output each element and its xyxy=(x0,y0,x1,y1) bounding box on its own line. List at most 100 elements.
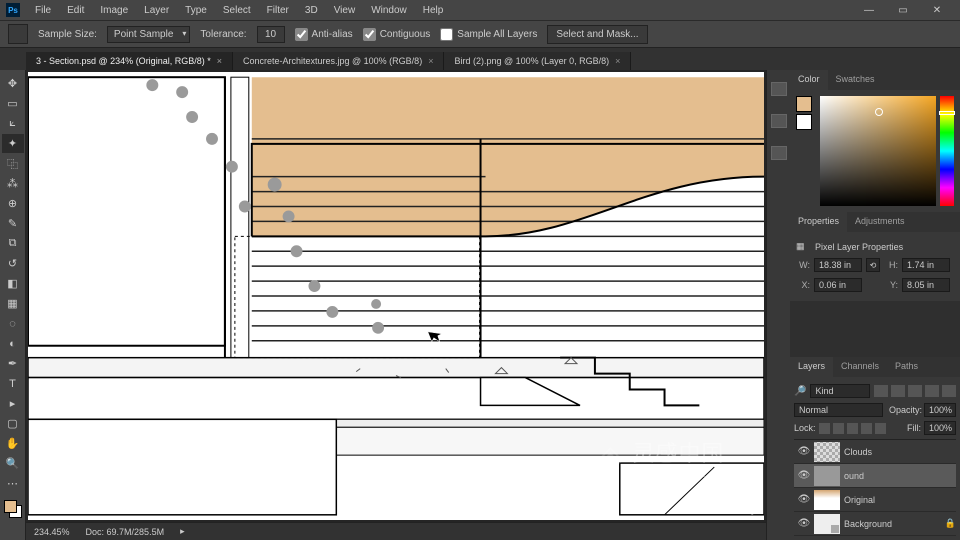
height-input[interactable]: 1.74 in xyxy=(902,258,950,272)
blend-mode-select[interactable]: Normal xyxy=(794,403,883,417)
layer-thumb[interactable] xyxy=(814,514,840,534)
document-canvas[interactable]: ◈ 灵感中国lingganchina.com ûdemy xyxy=(28,72,764,520)
filter-smart-icon[interactable] xyxy=(942,385,956,397)
anti-alias-checkbox[interactable]: Anti-alias xyxy=(295,28,353,41)
link-wh-icon[interactable]: ⟲ xyxy=(866,258,880,272)
history-dock-icon[interactable] xyxy=(771,82,787,96)
y-input[interactable]: 8.05 in xyxy=(902,278,950,292)
layer-item[interactable]: 👁Original xyxy=(794,488,956,512)
swatches-tab[interactable]: Swatches xyxy=(828,70,883,90)
stamp-tool[interactable]: ⧉ xyxy=(2,234,24,253)
visibility-icon[interactable]: 👁 xyxy=(794,494,814,505)
menu-help[interactable]: Help xyxy=(416,2,451,19)
visibility-icon[interactable]: 👁 xyxy=(794,446,814,457)
eraser-tool[interactable]: ◧ xyxy=(2,274,24,293)
color-picker-field[interactable] xyxy=(820,96,936,206)
tolerance-input[interactable]: 10 xyxy=(257,26,285,43)
foreground-swatch[interactable] xyxy=(4,500,17,513)
menu-3d[interactable]: 3D xyxy=(298,2,325,19)
layer-thumb[interactable] xyxy=(814,490,840,510)
menu-image[interactable]: Image xyxy=(93,2,135,19)
pen-tool[interactable]: ✒ xyxy=(2,354,24,373)
fill-input[interactable]: 100% xyxy=(924,421,956,435)
type-tool[interactable]: T xyxy=(2,374,24,393)
lock-artboard-icon[interactable] xyxy=(861,423,872,434)
lock-all-icon[interactable] xyxy=(875,423,886,434)
brushes-dock-icon[interactable] xyxy=(771,114,787,128)
lock-transparent-icon[interactable] xyxy=(819,423,830,434)
lock-pixels-icon[interactable] xyxy=(833,423,844,434)
doc-tab-0[interactable]: 3 - Section.psd @ 234% (Original, RGB/8)… xyxy=(26,52,233,70)
menu-select[interactable]: Select xyxy=(216,2,258,19)
opacity-input[interactable]: 100% xyxy=(924,403,956,417)
channels-tab[interactable]: Channels xyxy=(833,357,887,377)
adjustments-tab[interactable]: Adjustments xyxy=(847,212,913,232)
eyedropper-tool[interactable]: ⁂ xyxy=(2,174,24,193)
filter-adjust-icon[interactable] xyxy=(891,385,905,397)
path-select-tool[interactable]: ▸ xyxy=(2,394,24,413)
tab-close-icon[interactable]: × xyxy=(428,56,433,66)
filter-pixel-icon[interactable] xyxy=(874,385,888,397)
dodge-tool[interactable]: ◐ xyxy=(2,334,24,353)
color-foreground-swatch[interactable] xyxy=(796,96,812,112)
close-icon[interactable]: ✕ xyxy=(924,2,950,18)
tab-close-icon[interactable]: × xyxy=(615,56,620,66)
actions-dock-icon[interactable] xyxy=(771,146,787,160)
properties-tab[interactable]: Properties xyxy=(790,212,847,232)
move-tool[interactable]: ✥ xyxy=(2,74,24,93)
gradient-tool[interactable]: ▦ xyxy=(2,294,24,313)
lasso-tool[interactable]: ⟀ xyxy=(2,114,24,133)
layer-thumb[interactable] xyxy=(814,442,840,462)
maximize-icon[interactable]: ▭ xyxy=(890,2,916,18)
hand-tool[interactable]: ✋ xyxy=(2,434,24,453)
minimize-icon[interactable]: — xyxy=(856,2,882,18)
doc-size[interactable]: Doc: 69.7M/285.5M xyxy=(86,527,165,537)
paths-tab[interactable]: Paths xyxy=(887,357,926,377)
color-swatch[interactable] xyxy=(4,500,22,518)
menu-view[interactable]: View xyxy=(327,2,363,19)
color-tab[interactable]: Color xyxy=(790,70,828,90)
lock-position-icon[interactable] xyxy=(847,423,858,434)
history-brush-tool[interactable]: ↺ xyxy=(2,254,24,273)
kind-select[interactable]: Kind xyxy=(810,384,870,398)
layer-item[interactable]: 👁Clouds xyxy=(794,440,956,464)
doc-tab-1[interactable]: Concrete-Architextures.jpg @ 100% (RGB/8… xyxy=(233,52,444,70)
tool-preset-icon[interactable] xyxy=(8,24,28,44)
blur-tool[interactable]: ◌ xyxy=(2,314,24,333)
zoom-level[interactable]: 234.45% xyxy=(34,527,70,537)
menu-type[interactable]: Type xyxy=(178,2,214,19)
brush-tool[interactable]: ✎ xyxy=(2,214,24,233)
sample-all-checkbox[interactable]: Sample All Layers xyxy=(440,28,537,41)
sample-size-select[interactable]: Point Sample xyxy=(107,26,190,43)
menu-window[interactable]: Window xyxy=(364,2,414,19)
filter-type-icon[interactable] xyxy=(908,385,922,397)
shape-tool[interactable]: ▢ xyxy=(2,414,24,433)
layers-tab[interactable]: Layers xyxy=(790,357,833,377)
hue-slider[interactable] xyxy=(940,96,954,206)
x-input[interactable]: 0.06 in xyxy=(814,278,862,292)
kind-filter-icon[interactable]: 🔎 xyxy=(794,386,806,397)
crop-tool[interactable]: ⿻ xyxy=(2,154,24,173)
menu-layer[interactable]: Layer xyxy=(137,2,176,19)
layer-item[interactable]: 👁Background🔒 xyxy=(794,512,956,536)
status-arrow-icon[interactable]: ▸ xyxy=(180,526,185,537)
filter-shape-icon[interactable] xyxy=(925,385,939,397)
tab-close-icon[interactable]: × xyxy=(217,56,222,66)
marquee-tool[interactable]: ▭ xyxy=(2,94,24,113)
edit-toolbar-icon[interactable]: ⋯ xyxy=(2,474,24,493)
layer-item[interactable]: 👁ound xyxy=(794,464,956,488)
color-background-swatch[interactable] xyxy=(796,114,812,130)
healing-tool[interactable]: ⊕ xyxy=(2,194,24,213)
layer-thumb[interactable] xyxy=(814,466,840,486)
menu-filter[interactable]: Filter xyxy=(260,2,296,19)
select-and-mask-button[interactable]: Select and Mask... xyxy=(547,25,647,44)
doc-tab-2[interactable]: Bird (2).png @ 100% (Layer 0, RGB/8)× xyxy=(444,52,631,70)
visibility-icon[interactable]: 👁 xyxy=(794,518,814,529)
zoom-tool[interactable]: 🔍 xyxy=(2,454,24,473)
width-input[interactable]: 18.38 in xyxy=(814,258,862,272)
menu-file[interactable]: File xyxy=(28,2,58,19)
magic-wand-tool[interactable]: ✦ xyxy=(2,134,24,153)
contiguous-checkbox[interactable]: Contiguous xyxy=(363,28,431,41)
visibility-icon[interactable]: 👁 xyxy=(794,470,814,481)
menu-edit[interactable]: Edit xyxy=(60,2,91,19)
